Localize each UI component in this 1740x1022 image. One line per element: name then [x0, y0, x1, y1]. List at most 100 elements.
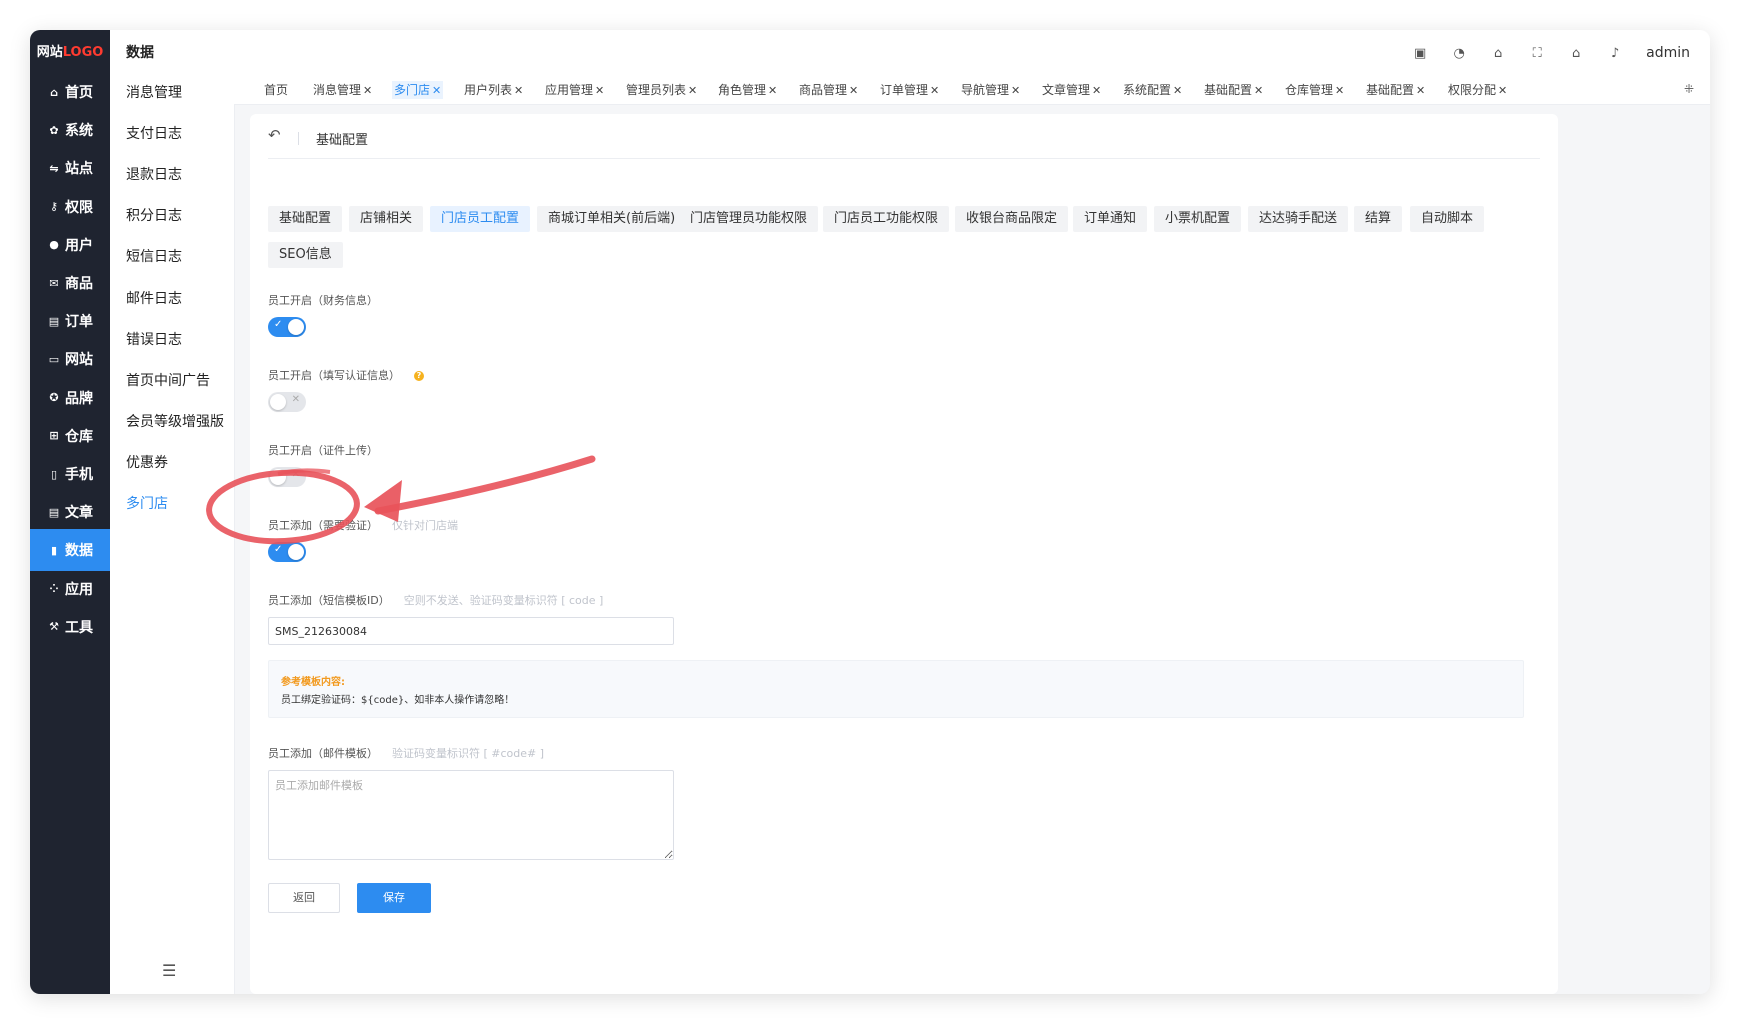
- close-icon[interactable]: ✕: [849, 84, 858, 97]
- close-icon[interactable]: ✕: [514, 84, 523, 97]
- submenu-item[interactable]: 邮件日志: [126, 288, 182, 308]
- config-tab[interactable]: 基础配置: [268, 206, 343, 232]
- config-tab[interactable]: SEO信息: [268, 242, 343, 268]
- submenu-item[interactable]: 多门店: [126, 493, 168, 513]
- tab-item[interactable]: 首页: [262, 81, 290, 99]
- submenu-item[interactable]: 支付日志: [126, 123, 182, 143]
- close-icon[interactable]: ✕: [1254, 84, 1263, 97]
- toggle-auth[interactable]: ✕: [268, 392, 306, 412]
- rail-item-0[interactable]: ⌂ 首页: [30, 71, 110, 113]
- rail-item-14[interactable]: ⚒ 工具: [30, 606, 110, 648]
- rail-item-11[interactable]: ▤ 文章: [30, 491, 110, 533]
- back-arrow-icon[interactable]: ↶: [268, 126, 281, 144]
- tab-item[interactable]: 订单管理 ✕: [878, 81, 941, 99]
- close-icon[interactable]: ✕: [363, 84, 372, 97]
- rail-item-13[interactable]: ⁘ 应用: [30, 568, 110, 610]
- bell-icon[interactable]: ♪: [1606, 44, 1624, 62]
- collapse-menu-icon[interactable]: ☰: [162, 961, 176, 980]
- help-icon[interactable]: ?: [414, 371, 424, 381]
- reference-body: 员工绑定验证码：${code}、如非本人操作请忽略！: [281, 695, 515, 706]
- close-icon[interactable]: ✕: [688, 84, 697, 97]
- tab-item[interactable]: 应用管理 ✕: [543, 81, 606, 99]
- rail-item-1[interactable]: ✿ 系统: [30, 109, 110, 151]
- tab-item[interactable]: 系统配置 ✕: [1121, 81, 1184, 99]
- config-tab[interactable]: 订单通知: [1073, 206, 1148, 232]
- toggle-cert[interactable]: ✕: [268, 467, 306, 487]
- palette-icon[interactable]: ◔: [1450, 44, 1468, 62]
- tab-item[interactable]: 用户列表 ✕: [462, 81, 525, 99]
- config-tab[interactable]: 门店管理员功能权限: [679, 206, 819, 232]
- user-menu[interactable]: admin: [1646, 45, 1690, 61]
- config-tab[interactable]: 门店员工配置: [430, 206, 531, 232]
- tabs-more-icon[interactable]: ⁜: [1684, 82, 1694, 96]
- tab-item[interactable]: 基础配置 ✕: [1202, 81, 1265, 99]
- close-icon[interactable]: ✕: [930, 84, 939, 97]
- rail-label: 权限: [65, 199, 93, 216]
- save-button[interactable]: 保存: [357, 883, 431, 913]
- config-tab[interactable]: 结算: [1354, 206, 1403, 232]
- config-tab[interactable]: 店铺相关: [349, 206, 424, 232]
- field-label-email: 员工添加（邮件模板） 验证码变量标识符 [ #code# ]: [268, 747, 545, 760]
- rail-item-10[interactable]: ▯ 手机: [30, 453, 110, 495]
- rail-item-9[interactable]: ⊞ 仓库: [30, 415, 110, 457]
- tab-item[interactable]: 导航管理 ✕: [959, 81, 1022, 99]
- translate-icon[interactable]: ▣: [1411, 44, 1429, 62]
- tab-item[interactable]: 角色管理 ✕: [716, 81, 779, 99]
- rail-item-7[interactable]: ▭ 网站: [30, 338, 110, 380]
- tab-item[interactable]: 权限分配 ✕: [1446, 81, 1509, 99]
- email-template-textarea[interactable]: [268, 770, 674, 860]
- rail-item-8[interactable]: ✪ 品牌: [30, 377, 110, 419]
- apps-icon: ⁘: [49, 582, 59, 596]
- tab-item[interactable]: 基础配置 ✕: [1364, 81, 1427, 99]
- config-tab[interactable]: 达达骑手配送: [1248, 206, 1349, 232]
- rail-item-2[interactable]: ⇋ 站点: [30, 147, 110, 189]
- config-tab[interactable]: 小票机配置: [1154, 206, 1242, 232]
- rail-item-12[interactable]: ▮ 数据: [30, 529, 110, 572]
- rail-label: 仓库: [65, 428, 93, 445]
- sms-template-input[interactable]: [268, 617, 674, 645]
- config-tab[interactable]: 收银台商品限定: [955, 206, 1069, 232]
- submenu-item[interactable]: 消息管理: [126, 82, 182, 102]
- rail-item-3[interactable]: ⚷ 权限: [30, 186, 110, 228]
- tab-item[interactable]: 多门店 ✕: [392, 81, 444, 99]
- close-icon[interactable]: ✕: [595, 84, 604, 97]
- close-icon[interactable]: ✕: [1173, 84, 1182, 97]
- close-icon[interactable]: ✕: [1335, 84, 1344, 97]
- tab-item[interactable]: 文章管理 ✕: [1040, 81, 1103, 99]
- close-icon[interactable]: ✕: [768, 84, 777, 97]
- submenu-item[interactable]: 短信日志: [126, 246, 182, 266]
- tab-item[interactable]: 仓库管理 ✕: [1283, 81, 1346, 99]
- close-icon[interactable]: ✕: [1498, 84, 1507, 97]
- store-icon[interactable]: ⌂: [1489, 44, 1507, 62]
- submenu-item[interactable]: 优惠券: [126, 452, 168, 472]
- tab-item[interactable]: 商品管理 ✕: [797, 81, 860, 99]
- main-sidebar: 网站LOGO ⌂ 首页 ✿ 系统 ⇋ 站点 ⚷ 权限 ● 用户 ✉ 商品 ▤ 订单 ▭ 网站 ✪ 品牌 ⊞ 仓库 ▯ 手机…: [30, 30, 110, 994]
- close-icon: ✕: [291, 469, 300, 480]
- rail-item-4[interactable]: ● 用户: [30, 224, 110, 266]
- fullscreen-icon[interactable]: ⛶: [1528, 44, 1546, 62]
- submenu-item[interactable]: 错误日志: [126, 329, 182, 349]
- site-logo[interactable]: 网站LOGO: [30, 30, 110, 76]
- config-tab[interactable]: 商城订单相关(前后端): [537, 206, 687, 232]
- close-icon[interactable]: ✕: [1416, 84, 1425, 97]
- toggle-verify[interactable]: ✓: [268, 542, 306, 562]
- rail-item-6[interactable]: ▤ 订单: [30, 300, 110, 342]
- close-icon[interactable]: ✕: [1092, 84, 1101, 97]
- toggle-knob: [270, 394, 286, 410]
- toggle-finance[interactable]: ✓: [268, 317, 306, 337]
- submenu-item[interactable]: 积分日志: [126, 205, 182, 225]
- tab-label: 仓库管理: [1285, 83, 1334, 97]
- tab-item[interactable]: 消息管理 ✕: [311, 81, 374, 99]
- submenu-item[interactable]: 首页中间广告: [126, 370, 210, 390]
- rail-item-5[interactable]: ✉ 商品: [30, 262, 110, 304]
- close-icon[interactable]: ✕: [1011, 84, 1020, 97]
- config-tab[interactable]: 门店员工功能权限: [823, 206, 950, 232]
- close-icon[interactable]: ✕: [432, 84, 441, 97]
- submenu-item[interactable]: 退款日志: [126, 164, 182, 184]
- tab-label: 导航管理: [961, 83, 1010, 97]
- submenu-item[interactable]: 会员等级增强版: [126, 411, 224, 431]
- config-tab[interactable]: 自动脚本: [1410, 206, 1485, 232]
- home-icon[interactable]: ⌂: [1567, 44, 1585, 62]
- tab-item[interactable]: 管理员列表 ✕: [624, 81, 699, 99]
- back-button[interactable]: 返回: [268, 883, 340, 913]
